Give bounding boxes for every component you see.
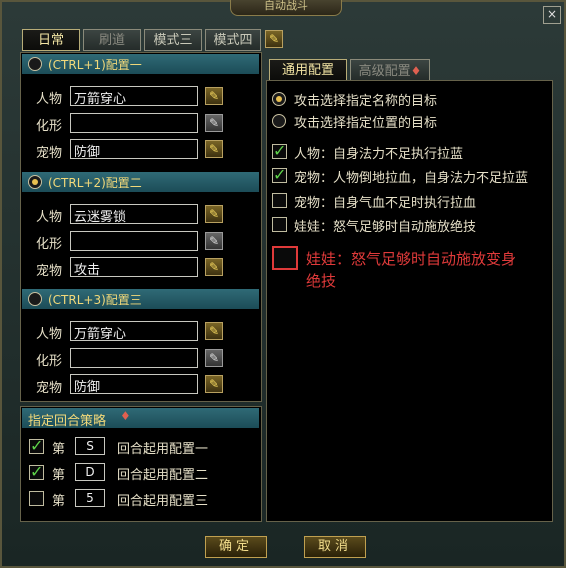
config-three-transform-field[interactable] — [70, 348, 198, 368]
config-two-label: (CTRL+2)配置二 — [48, 176, 142, 190]
rename-tab-pencil-icon[interactable]: ✎ — [265, 30, 283, 48]
config-two-character-edit-icon[interactable]: ✎ — [205, 205, 223, 223]
config-three-character-field[interactable]: 万箭穿心 — [70, 321, 198, 341]
pet-heal-mana-label: 宠物：人物倒地拉血，自身法力不足拉蓝 — [294, 171, 529, 186]
pet-hp-label: 宠物：自身气血不足时执行拉血 — [294, 196, 477, 211]
strategy-row-two-prefix: 第 — [52, 468, 66, 483]
config-three-pet-field[interactable]: 防御 — [70, 374, 198, 394]
character-mana-checkbox[interactable]: ✓ — [272, 141, 287, 160]
tab-advanced-config[interactable]: 高级配置♦ — [350, 59, 430, 81]
config-two-transform-label: 化形 — [36, 237, 63, 252]
target-by-position-radio[interactable] — [272, 114, 286, 128]
config-two-header: (CTRL+2)配置二 — [22, 172, 259, 192]
config-two-pet-edit-icon[interactable]: ✎ — [205, 258, 223, 276]
strategy-info-icon[interactable]: ♦ — [120, 409, 131, 423]
config-three-pet-label: 宠物 — [36, 381, 63, 396]
config-one-pet-field[interactable]: 防御 — [70, 139, 198, 159]
strategy-row-three-round[interactable]: 5 — [75, 489, 105, 507]
check-icon: ✓ — [30, 462, 44, 481]
config-three-character-edit-icon[interactable]: ✎ — [205, 322, 223, 340]
tab-mode-three[interactable]: 模式三 — [144, 29, 202, 51]
doll-skill-label: 娃娃：怒气足够时自动施放绝技 — [294, 220, 477, 235]
check-icon: ✓ — [273, 141, 287, 160]
tab-daily[interactable]: 日常 — [22, 29, 80, 51]
strategy-row-three-prefix: 第 — [52, 494, 66, 509]
advanced-info-icon: ♦ — [410, 64, 422, 78]
check-icon: ✓ — [30, 436, 44, 455]
config-one-pet-edit-icon[interactable]: ✎ — [205, 140, 223, 158]
advanced-config-label: 高级配置 — [358, 64, 411, 79]
strategy-title: 指定回合策略 — [28, 414, 107, 429]
config-one-transform-label: 化形 — [36, 119, 63, 134]
strategy-row-one-label: 回合起用配置一 — [117, 442, 209, 457]
confirm-button[interactable]: 确定 — [205, 536, 267, 558]
strategy-row-two-round[interactable]: D — [75, 463, 105, 481]
config-one-pet-label: 宠物 — [36, 146, 63, 161]
doll-transform-skill-label-line2: 绝技 — [306, 272, 337, 290]
strategy-row-one-prefix: 第 — [52, 442, 66, 457]
tab-shuadao[interactable]: 刷道 — [83, 29, 141, 51]
config-three-label: (CTRL+3)配置三 — [48, 293, 142, 307]
config-three-radio[interactable] — [28, 292, 42, 306]
strategy-row-one-round[interactable]: S — [75, 437, 105, 455]
target-by-position-label: 攻击选择指定位置的目标 — [294, 116, 438, 131]
close-button[interactable]: × — [543, 6, 561, 24]
config-one-character-field[interactable]: 万箭穿心 — [70, 86, 198, 106]
strategy-header: 指定回合策略 ♦ — [22, 408, 259, 429]
config-two-character-field[interactable]: 云迷雾锁 — [70, 204, 198, 224]
config-one-transform-edit-icon[interactable]: ✎ — [205, 114, 223, 132]
tab-general-config[interactable]: 通用配置 — [269, 59, 347, 81]
config-one-label: (CTRL+1)配置一 — [48, 58, 142, 72]
target-by-name-label: 攻击选择指定名称的目标 — [294, 94, 438, 109]
doll-skill-checkbox[interactable] — [272, 217, 287, 232]
strategy-row-two-label: 回合起用配置二 — [117, 468, 209, 483]
strategy-row-three-label: 回合起用配置三 — [117, 494, 209, 509]
config-two-transform-field[interactable] — [70, 231, 198, 251]
config-three-header: (CTRL+3)配置三 — [22, 289, 259, 309]
config-one-radio[interactable] — [28, 57, 42, 71]
config-one-character-label: 人物 — [36, 92, 63, 107]
config-one-header: (CTRL+1)配置一 — [22, 54, 259, 74]
character-mana-label: 人物：自身法力不足执行拉蓝 — [294, 147, 464, 162]
strategy-row-one-checkbox[interactable]: ✓ — [29, 436, 44, 455]
config-two-transform-edit-icon[interactable]: ✎ — [205, 232, 223, 250]
strategy-row-three-checkbox[interactable] — [29, 491, 44, 506]
config-three-pet-edit-icon[interactable]: ✎ — [205, 375, 223, 393]
target-by-name-radio[interactable] — [272, 92, 286, 106]
tab-mode-four[interactable]: 模式四 — [205, 29, 261, 51]
config-three-transform-edit-icon[interactable]: ✎ — [205, 349, 223, 367]
config-two-character-label: 人物 — [36, 210, 63, 225]
config-two-pet-label: 宠物 — [36, 264, 63, 279]
config-two-pet-field[interactable]: 攻击 — [70, 257, 198, 277]
pet-hp-checkbox[interactable] — [272, 193, 287, 208]
window-title: 自动战斗 — [230, 0, 342, 16]
check-icon: ✓ — [273, 165, 287, 184]
auto-battle-window: 自动战斗 × 日常 刷道 模式三 模式四 ✎ (CTRL+1)配置一 人物 万箭… — [0, 0, 566, 568]
strategy-row-two-checkbox[interactable]: ✓ — [29, 462, 44, 481]
cancel-button[interactable]: 取消 — [304, 536, 366, 558]
pet-heal-mana-checkbox[interactable]: ✓ — [272, 165, 287, 184]
config-one-transform-field[interactable] — [70, 113, 198, 133]
config-two-radio[interactable] — [28, 175, 42, 189]
doll-transform-skill-checkbox[interactable] — [272, 246, 298, 270]
doll-transform-skill-label-line1: 娃娃：怒气足够时自动施放变身 — [306, 250, 517, 268]
config-three-transform-label: 化形 — [36, 354, 63, 369]
config-three-character-label: 人物 — [36, 327, 63, 342]
config-one-character-edit-icon[interactable]: ✎ — [205, 87, 223, 105]
